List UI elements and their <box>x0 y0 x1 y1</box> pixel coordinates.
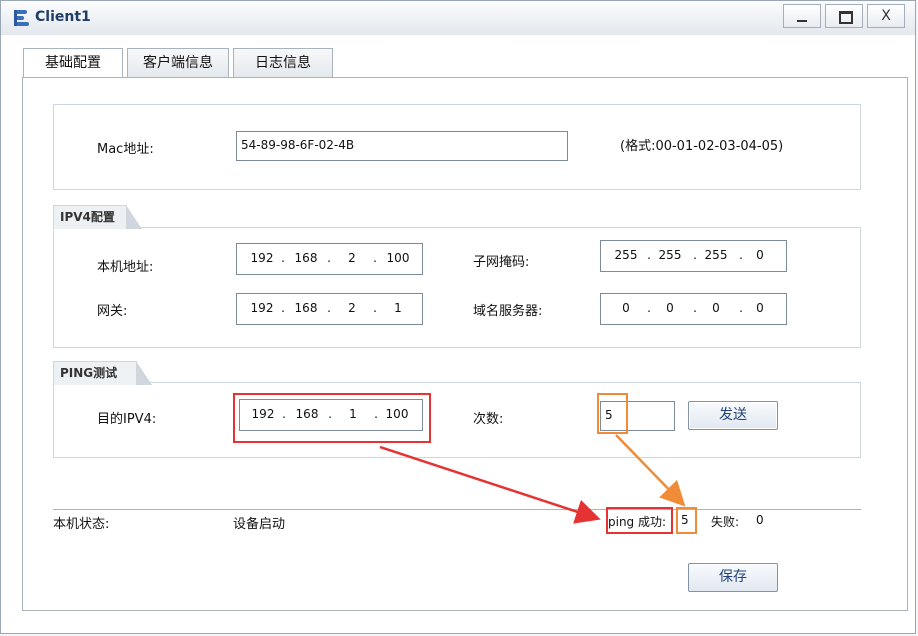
red-arrow <box>379 445 601 524</box>
annotation-arrows <box>379 434 686 524</box>
orange-arrow <box>615 434 686 507</box>
